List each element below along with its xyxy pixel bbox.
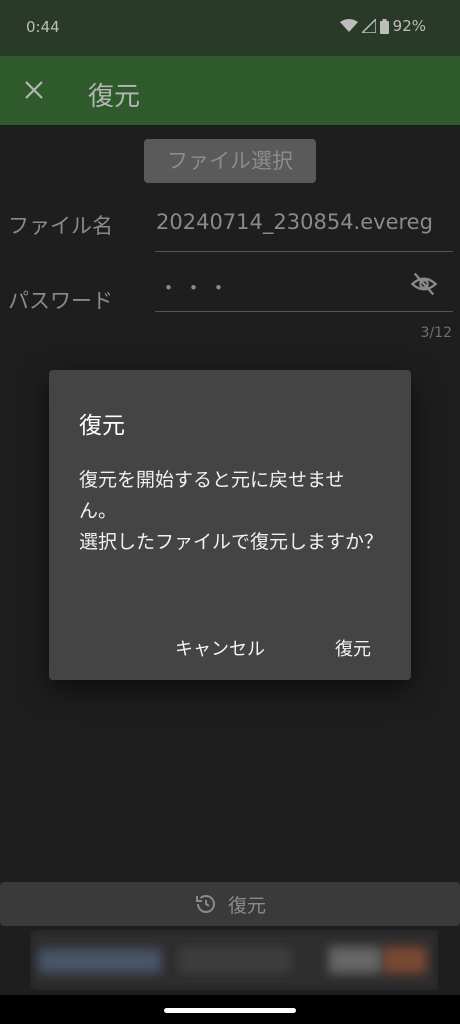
status-time: 0:44 [26, 18, 60, 36]
history-icon [195, 895, 215, 913]
status-bar: 0:44 92% [0, 0, 460, 56]
page-title: 復元 [88, 82, 141, 112]
password-underline [155, 311, 453, 312]
file-select-button[interactable]: ファイル選択 [144, 139, 316, 183]
restore-button[interactable]: 復元 [0, 882, 460, 926]
status-icons: 92% [339, 17, 426, 35]
home-handle[interactable] [164, 1008, 296, 1013]
ad-banner[interactable] [30, 930, 438, 990]
dialog-title: 復元 [79, 413, 125, 439]
cancel-button[interactable]: キャンセル [175, 635, 265, 661]
file-name-underline [155, 251, 453, 252]
battery-icon [379, 18, 389, 34]
visibility-off-icon[interactable] [410, 270, 438, 298]
battery-percent: 92% [392, 17, 426, 35]
confirm-restore-button[interactable]: 復元 [335, 635, 371, 661]
close-icon[interactable] [22, 78, 46, 102]
password-counter: 3/12 [420, 325, 452, 341]
restore-confirm-dialog: 復元 復元を開始すると元に戻せませ ん。 選択したファイルで復元しますか？ キャ… [49, 370, 411, 680]
password-input[interactable]: ・・・ [158, 272, 233, 302]
signal-icon [361, 19, 376, 33]
password-label: パスワード [8, 289, 113, 313]
wifi-icon [339, 19, 358, 32]
dialog-message: 復元を開始すると元に戻せませ ん。 選択したファイルで復元しますか？ [79, 469, 384, 553]
restore-button-label: 復元 [227, 894, 266, 917]
file-name-value: 20240714_230854.evereg [156, 210, 433, 234]
app-bar: 復元 [0, 56, 460, 125]
file-name-label: ファイル名 [8, 214, 113, 238]
